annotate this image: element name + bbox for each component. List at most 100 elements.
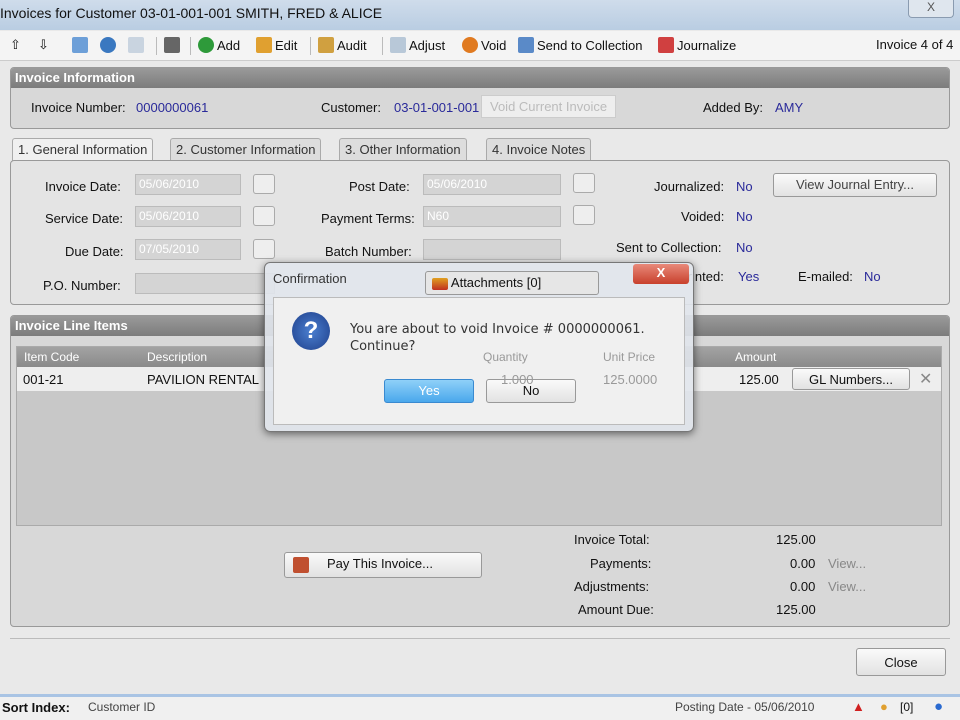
tab-other-information[interactable]: 3. Other Information [339, 138, 467, 160]
due-date-label: Due Date: [65, 244, 124, 259]
dialog-close-button[interactable]: X [633, 264, 689, 284]
journal-icon [658, 37, 674, 53]
journalize-label: Journalize [677, 37, 737, 53]
edit-button[interactable]: Edit [256, 37, 297, 53]
journalize-button[interactable]: Journalize [658, 37, 736, 53]
audit-button[interactable]: Audit [318, 37, 367, 53]
tooltip: Void Current Invoice [481, 95, 617, 118]
report-button[interactable] [128, 37, 144, 53]
gl-numbers-button[interactable]: GL Numbers... [792, 368, 910, 390]
column-amount[interactable]: Amount [735, 350, 776, 364]
sent-to-collection-label: Sent to Collection: [616, 240, 722, 255]
dialog-title: Confirmation [273, 271, 347, 286]
amount-due-label: Amount Due: [578, 602, 654, 617]
window-close-button[interactable]: X [908, 0, 954, 18]
close-button[interactable]: Close [856, 648, 946, 676]
yes-button[interactable]: Yes [384, 379, 474, 403]
adjust-icon [390, 37, 406, 53]
payments-label: Payments: [590, 556, 652, 571]
item-code-cell: 001-21 [23, 372, 64, 387]
void-label: Void [481, 37, 507, 53]
calendar-icon[interactable] [573, 173, 595, 193]
emailed-label: E-mailed: [798, 269, 853, 284]
dialog-message: You are about to void Invoice # 00000000… [350, 322, 645, 337]
invoice-date-label: Invoice Date: [45, 179, 121, 194]
audit-icon [318, 37, 334, 53]
voided-value: No [736, 209, 753, 224]
attachment-icon [432, 277, 448, 290]
add-button[interactable]: Add [198, 37, 240, 53]
shield-icon[interactable]: ● [934, 698, 943, 715]
separator [190, 37, 191, 55]
column-quantity[interactable]: Quantity [483, 350, 528, 364]
tab-customer-information[interactable]: 2. Customer Information [170, 138, 322, 160]
send-to-collection-button[interactable]: Send to Collection [518, 37, 643, 53]
payments-value: 0.00 [790, 556, 816, 571]
calendar-icon[interactable] [253, 206, 275, 226]
batch-number-field[interactable] [423, 239, 561, 260]
tab-general-information[interactable]: 1. General Information [12, 138, 154, 162]
sent-to-collection-value: No [736, 240, 753, 255]
journalized-value: No [736, 179, 753, 194]
list-view-button[interactable] [72, 37, 88, 53]
report-icon [128, 37, 144, 53]
search-button[interactable] [100, 37, 116, 53]
toolbar: ⇧ ⇩ Add Edit Audit Adjust Void Send to C… [0, 31, 960, 61]
wrench-icon [256, 37, 272, 53]
add-icon [198, 37, 214, 53]
panel-title: Invoice Information [11, 68, 949, 88]
customer-value[interactable]: 03-01-001-001 [394, 100, 479, 115]
service-date-field[interactable]: 05/06/2010 [135, 206, 241, 227]
calendar-icon[interactable] [253, 239, 275, 259]
column-description[interactable]: Description [147, 350, 207, 364]
voided-label: Voided: [681, 209, 725, 224]
adjust-button[interactable]: Adjust [390, 37, 445, 53]
posting-date: Posting Date - 05/06/2010 [675, 700, 815, 714]
po-number-field[interactable] [135, 273, 275, 294]
print-button[interactable] [164, 37, 180, 53]
invoice-date-field[interactable]: 05/06/2010 [135, 174, 241, 195]
adjustments-value: 0.00 [790, 579, 816, 594]
collection-icon [518, 37, 534, 53]
dialog-message-continue: Continue? [350, 339, 416, 354]
separator [156, 37, 157, 55]
magnifier-icon [100, 37, 116, 53]
next-arrow-icon[interactable]: ⇩ [38, 37, 49, 53]
post-date-field[interactable]: 05/06/2010 [423, 174, 561, 195]
notification-count: [0] [900, 700, 914, 714]
alert-icon[interactable]: ▲ [852, 699, 865, 714]
title-bar: Invoices for Customer 03-01-001-001 SMIT… [0, 0, 960, 30]
bell-icon[interactable]: ● [880, 699, 888, 714]
amount-due-value: 125.00 [776, 602, 816, 617]
calendar-icon[interactable] [253, 174, 275, 194]
amount-cell: 125.00 [739, 372, 779, 387]
question-icon: ? [292, 312, 330, 350]
column-unit-price[interactable]: Unit Price [603, 350, 655, 364]
attachments-button[interactable]: Attachments [0] [425, 271, 599, 295]
invoice-information-panel: Invoice Information Invoice Number: 0000… [10, 67, 950, 129]
adjustments-label: Adjustments: [574, 579, 650, 594]
view-journal-entry-button[interactable]: View Journal Entry... [773, 173, 937, 197]
added-by-label: Added By: [703, 100, 763, 115]
column-item-code[interactable]: Item Code [24, 350, 79, 364]
view-adjustments-link[interactable]: View... [828, 579, 866, 594]
lookup-icon[interactable] [573, 205, 595, 225]
attachments-label: Attachments [0] [450, 275, 542, 290]
tab-invoice-notes[interactable]: 4. Invoice Notes [486, 138, 592, 160]
pay-this-invoice-button[interactable]: Pay This Invoice... [284, 552, 482, 578]
emailed-value: No [864, 269, 881, 284]
view-payments-link[interactable]: View... [828, 556, 866, 571]
invoice-total-label: Invoice Total: [574, 532, 650, 547]
payment-terms-field[interactable]: N60 [423, 206, 561, 227]
due-date-field[interactable]: 07/05/2010 [135, 239, 241, 260]
invoice-total-value: 125.00 [776, 532, 816, 547]
delete-row-icon[interactable]: ✕ [919, 369, 932, 389]
send-label: Send to Collection [537, 37, 643, 53]
divider [10, 638, 950, 639]
po-number-label: P.O. Number: [43, 278, 121, 293]
previous-arrow-icon[interactable]: ⇧ [10, 37, 21, 53]
unit-price-cell: 125.0000 [603, 372, 658, 387]
customer-label: Customer: [321, 100, 381, 115]
sort-index-label: Sort Index: [2, 700, 70, 715]
void-button[interactable]: Void [462, 37, 506, 53]
